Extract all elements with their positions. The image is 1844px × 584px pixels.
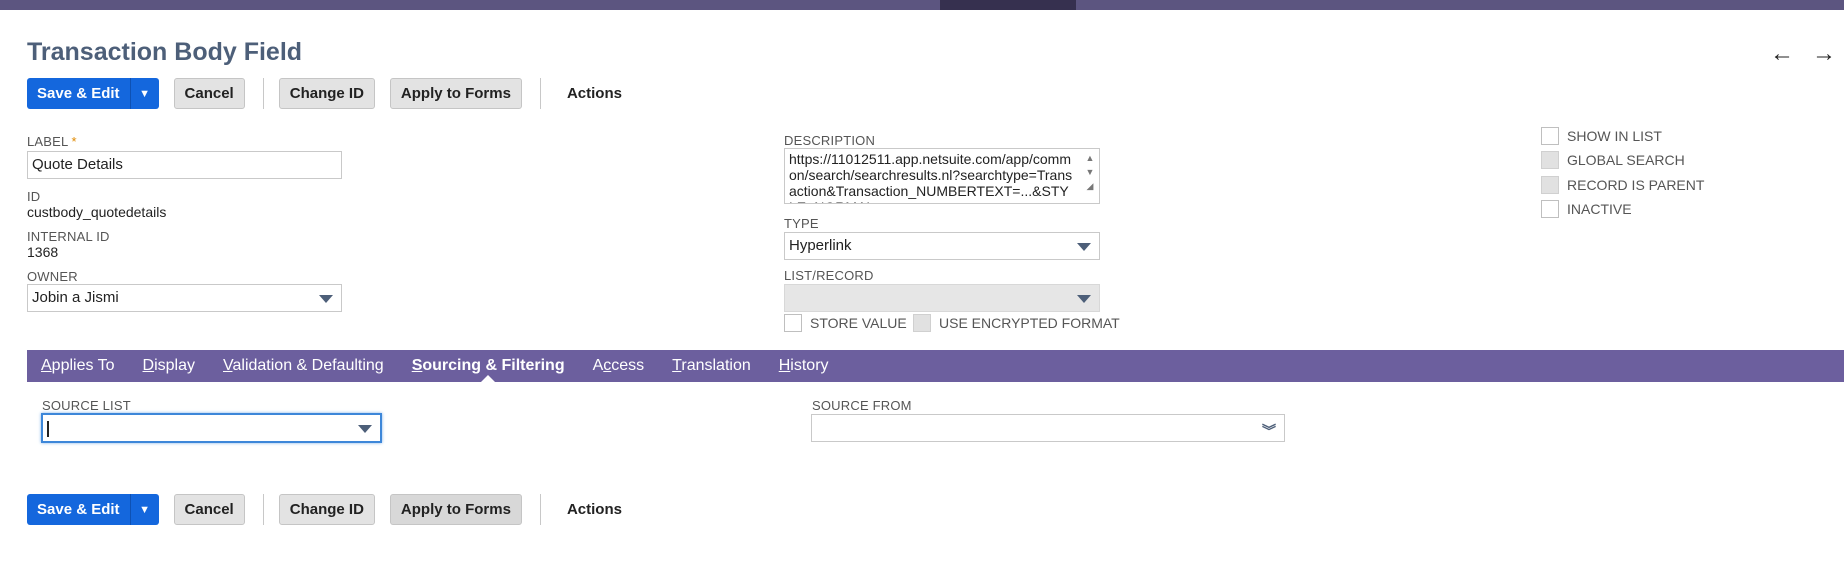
tab-validation-defaulting[interactable]: Validation & Defaulting	[209, 350, 398, 382]
source-from-caption: SOURCE FROM	[812, 398, 912, 413]
show-in-list-box[interactable]	[1541, 127, 1559, 145]
save-options-dropdown-icon[interactable]: ▼	[130, 78, 159, 109]
description-caption: DESCRIPTION	[784, 133, 876, 148]
source-list-select[interactable]	[41, 413, 382, 443]
record-nav: ← →	[1752, 40, 1836, 68]
save-edit-button-group: Save & Edit ▼	[27, 78, 159, 109]
source-from-select[interactable]: ︾	[811, 414, 1285, 442]
apply-to-forms-button[interactable]: Apply to Forms	[389, 78, 522, 109]
tab-access[interactable]: Access	[579, 350, 659, 382]
save-edit-button-group: Save & Edit ▼	[27, 494, 159, 525]
inactive-checkbox[interactable]: INACTIVE	[1541, 200, 1632, 218]
use-encrypted-box	[913, 314, 931, 332]
type-dropdown-icon	[1077, 243, 1091, 251]
owner-dropdown-icon	[319, 295, 333, 303]
record-is-parent-checkbox[interactable]: RECORD IS PARENT	[1541, 176, 1704, 194]
store-value-label: STORE VALUE	[810, 315, 907, 331]
description-textarea[interactable]: https://11012511.app.netsuite.com/app/co…	[784, 148, 1100, 204]
store-value-box[interactable]	[784, 314, 802, 332]
owner-caption: OWNER	[27, 269, 78, 284]
next-record-icon[interactable]: →	[1812, 40, 1836, 67]
tab-sourcing-filtering[interactable]: Sourcing & Filtering	[398, 350, 579, 382]
id-value: custbody_quotedetails	[27, 204, 167, 220]
toolbar-divider	[539, 494, 541, 525]
actions-menu[interactable]: Actions	[567, 85, 622, 102]
id-caption: ID	[27, 189, 41, 204]
text-cursor	[47, 421, 49, 437]
type-caption: TYPE	[784, 216, 819, 231]
global-search-label: GLOBAL SEARCH	[1567, 152, 1685, 168]
save-edit-button[interactable]: Save & Edit	[27, 494, 131, 525]
change-id-button[interactable]: Change ID	[278, 78, 375, 109]
label-input[interactable]: Quote Details	[27, 151, 342, 179]
owner-select[interactable]: Jobin a Jismi	[27, 284, 342, 312]
top-bar	[0, 0, 1844, 10]
cancel-button[interactable]: Cancel	[173, 494, 245, 525]
cancel-button[interactable]: Cancel	[173, 78, 245, 109]
tab-translation[interactable]: Translation	[658, 350, 765, 382]
toolbar-divider	[539, 78, 541, 109]
record-is-parent-box	[1541, 176, 1559, 194]
top-bar-segment	[940, 0, 1076, 10]
global-search-box	[1541, 151, 1559, 169]
label-field-caption: LABEL *	[27, 134, 77, 149]
inactive-box[interactable]	[1541, 200, 1559, 218]
source-list-dropdown-icon	[358, 425, 372, 433]
global-search-checkbox[interactable]: GLOBAL SEARCH	[1541, 151, 1685, 169]
tab-applies-to[interactable]: Applies To	[27, 350, 129, 382]
list-record-dropdown-icon	[1077, 295, 1091, 303]
show-in-list-label: SHOW IN LIST	[1567, 128, 1662, 144]
top-toolbar: Save & Edit ▼ Cancel Change ID Apply to …	[27, 78, 622, 109]
previous-record-icon[interactable]: ←	[1770, 40, 1794, 67]
record-is-parent-label: RECORD IS PARENT	[1567, 177, 1705, 193]
list-record-caption: LIST/RECORD	[784, 268, 874, 283]
tab-display[interactable]: Display	[129, 350, 209, 382]
toolbar-divider	[262, 78, 264, 109]
inactive-label: INACTIVE	[1567, 201, 1632, 217]
tab-history[interactable]: History	[765, 350, 843, 382]
required-marker: *	[71, 134, 77, 149]
change-id-button[interactable]: Change ID	[278, 494, 375, 525]
use-encrypted-label: USE ENCRYPTED FORMAT	[939, 315, 1120, 331]
apply-to-forms-button[interactable]: Apply to Forms	[389, 494, 522, 525]
source-list-caption: SOURCE LIST	[42, 398, 131, 413]
list-record-select[interactable]	[784, 284, 1100, 312]
save-edit-button[interactable]: Save & Edit	[27, 78, 131, 109]
double-chevron-down-icon: ︾	[1262, 423, 1276, 439]
type-value: Hyperlink	[789, 237, 852, 254]
save-options-dropdown-icon[interactable]: ▼	[130, 494, 159, 525]
internal-id-value: 1368	[27, 244, 59, 260]
show-in-list-checkbox[interactable]: SHOW IN LIST	[1541, 127, 1662, 145]
type-select[interactable]: Hyperlink	[784, 232, 1100, 260]
store-value-checkbox[interactable]: STORE VALUE	[784, 314, 907, 332]
use-encrypted-checkbox[interactable]: USE ENCRYPTED FORMAT	[913, 314, 1120, 332]
description-text: https://11012511.app.netsuite.com/app/co…	[789, 151, 1073, 203]
subtab-bar: Applies To Display Validation & Defaulti…	[27, 350, 1844, 382]
actions-menu[interactable]: Actions	[567, 501, 622, 518]
description-scrollbar[interactable]: ▲ ▼ ◢	[1083, 151, 1097, 193]
internal-id-caption: INTERNAL ID	[27, 229, 110, 244]
owner-value: Jobin a Jismi	[32, 289, 119, 306]
bottom-toolbar: Save & Edit ▼ Cancel Change ID Apply to …	[27, 494, 622, 525]
page-title: Transaction Body Field	[27, 38, 303, 66]
toolbar-divider	[262, 494, 264, 525]
